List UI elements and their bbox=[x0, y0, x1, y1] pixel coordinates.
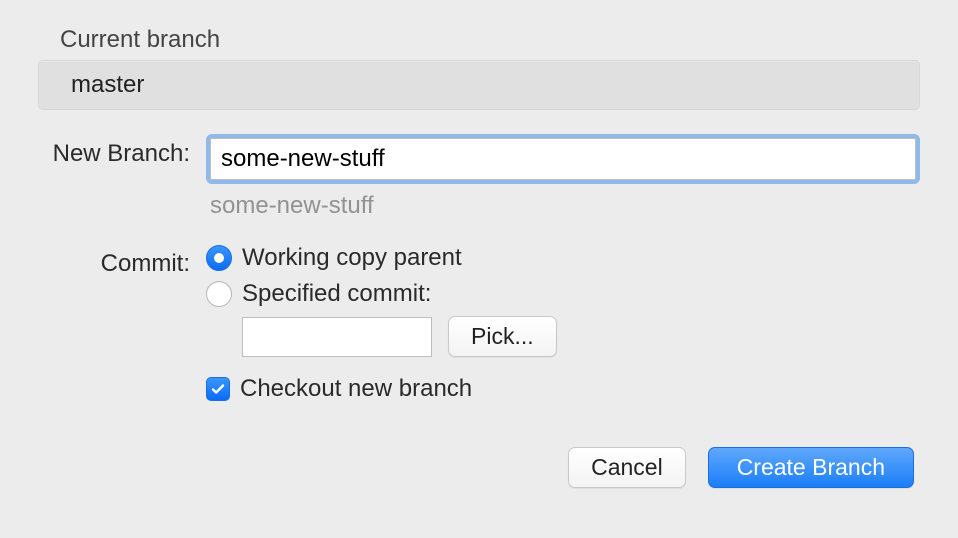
radio-working-copy[interactable] bbox=[206, 245, 232, 271]
new-branch-label: New Branch: bbox=[38, 134, 206, 168]
create-branch-dialog: Current branch master New Branch: some-n… bbox=[0, 0, 958, 518]
specified-commit-input[interactable] bbox=[242, 317, 432, 357]
checkout-new-branch-checkbox[interactable] bbox=[206, 377, 230, 401]
current-branch-label: Current branch bbox=[60, 26, 920, 54]
new-branch-input[interactable] bbox=[210, 138, 916, 180]
radio-working-copy-label: Working copy parent bbox=[242, 244, 462, 272]
create-branch-button[interactable]: Create Branch bbox=[708, 447, 914, 488]
current-branch-value: master bbox=[71, 71, 144, 98]
pick-commit-button[interactable]: Pick... bbox=[448, 316, 557, 357]
radio-specified-commit-label: Specified commit: bbox=[242, 280, 431, 308]
new-branch-focus-ring bbox=[206, 134, 920, 184]
check-icon bbox=[210, 381, 226, 397]
action-bar: Cancel Create Branch bbox=[38, 447, 920, 488]
cancel-button[interactable]: Cancel bbox=[568, 447, 686, 488]
current-branch-field: master bbox=[38, 60, 920, 110]
checkout-new-branch-label: Checkout new branch bbox=[240, 375, 472, 403]
new-branch-hint: some-new-stuff bbox=[210, 192, 920, 220]
radio-specified-commit[interactable] bbox=[206, 281, 232, 307]
commit-label: Commit: bbox=[38, 244, 206, 278]
